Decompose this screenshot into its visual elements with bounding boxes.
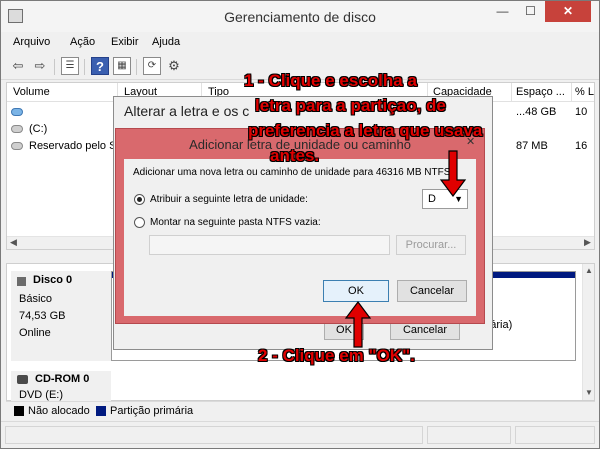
status-cell (5, 426, 423, 444)
assign-letter-radio[interactable] (134, 194, 145, 205)
browse-button[interactable]: Procurar... (396, 235, 466, 255)
minimize-button[interactable]: — (489, 1, 516, 22)
legend-label: Partição primária (110, 405, 194, 417)
dialog-title: Alterar a letra e os c (124, 103, 250, 119)
legend: Não alocado Partição primária (6, 401, 595, 419)
menu-bar: Arquivo Ação Exibir Ajuda (1, 33, 599, 53)
scroll-right-icon[interactable]: ▶ (584, 237, 591, 248)
menu-acao[interactable]: Ação (70, 36, 95, 48)
legend-swatch-unallocated (14, 406, 24, 416)
cdrom-type: DVD (E:) (19, 389, 63, 401)
assign-letter-label[interactable]: Atribuir a seguinte letra de unidade: (150, 194, 308, 205)
annotation-arrow-up-icon (344, 301, 372, 348)
toolbar-separator (136, 59, 137, 75)
help-icon[interactable]: ? (91, 57, 109, 75)
menu-arquivo[interactable]: Arquivo (13, 36, 50, 48)
list-view-icon[interactable]: ☰ (61, 57, 79, 75)
properties-icon[interactable]: ▦ (113, 57, 131, 75)
annotation-step-1-line-2: letra para a partiçao, de (255, 96, 446, 115)
forward-arrow-icon[interactable]: ⇨ (31, 57, 49, 75)
cd-drive-icon (17, 375, 28, 384)
disk-0-label[interactable]: Disco 0 Básico 74,53 GB Online (11, 271, 111, 361)
status-cell (515, 426, 595, 444)
hard-disk-icon (17, 277, 26, 286)
volume-name: Reservado pelo Si (29, 140, 119, 152)
maximize-button[interactable]: ☐ (517, 1, 544, 22)
refresh-icon[interactable]: ⟳ (143, 57, 161, 75)
annotation-step-2: 2 - Clique em "OK". (258, 346, 415, 365)
settings-icon[interactable]: ⚙ (165, 57, 183, 75)
volume-icon (11, 142, 23, 150)
column-divider (511, 83, 512, 102)
mount-folder-radio[interactable] (134, 217, 145, 228)
column-espaco[interactable]: Espaço ... (516, 86, 565, 98)
disk-name: Disco 0 (33, 274, 73, 286)
scroll-left-icon[interactable]: ◀ (10, 237, 17, 248)
volume-icon (11, 125, 23, 133)
annotation-step-1-line-4: antes. (270, 146, 320, 165)
cdrom-name: CD-ROM 0 (35, 373, 90, 385)
cdrom-0-label[interactable]: CD-ROM 0 DVD (E:) (11, 371, 111, 401)
volume-pct: 10 (575, 106, 588, 118)
menu-ajuda[interactable]: Ajuda (152, 36, 180, 48)
toolbar-separator (54, 59, 55, 75)
legend-label: Não alocado (28, 405, 90, 417)
volume-icon (11, 108, 23, 116)
close-button[interactable]: ✕ (545, 1, 591, 22)
volume-free-space: ...48 GB (516, 106, 557, 118)
menu-exibir[interactable]: Exibir (111, 36, 139, 48)
legend-swatch-primary (96, 406, 106, 416)
volume-name: (C:) (29, 123, 48, 135)
toolbar-separator (84, 59, 85, 75)
folder-path-input[interactable] (149, 235, 390, 255)
column-volume[interactable]: Volume (13, 86, 50, 98)
column-pct[interactable]: % L (575, 86, 594, 98)
disk-status: Online (19, 327, 51, 339)
status-bar (1, 421, 599, 448)
drive-letter-value: D (428, 193, 436, 205)
annotation-arrow-down-icon (439, 150, 467, 197)
mount-folder-label[interactable]: Montar na seguinte pasta NTFS vazia: (150, 217, 321, 228)
scroll-up-icon[interactable]: ▲ (585, 266, 593, 275)
ok-button[interactable]: OK (323, 280, 389, 302)
volume-pct: 16 (575, 140, 588, 152)
volume-free-space: 87 MB (516, 140, 548, 152)
back-arrow-icon[interactable]: ⇦ (9, 57, 27, 75)
dialog-description: Adicionar uma nova letra ou caminho de u… (133, 167, 451, 178)
disk-type: Básico (19, 293, 53, 305)
status-cell (427, 426, 511, 444)
annotation-step-1-line-1: 1 - Clique e escolha a (244, 71, 417, 90)
title-bar: Gerenciamento de disco — ☐ ✕ (1, 1, 599, 32)
cancel-button[interactable]: Cancelar (397, 280, 467, 302)
vertical-scrollbar[interactable]: ▲ ▼ (582, 264, 594, 400)
column-divider (571, 83, 572, 102)
disk-size: 74,53 GB (19, 310, 66, 322)
scroll-down-icon[interactable]: ▼ (585, 388, 593, 397)
annotation-step-1-line-3: preferencia a letra que usava (248, 121, 483, 140)
